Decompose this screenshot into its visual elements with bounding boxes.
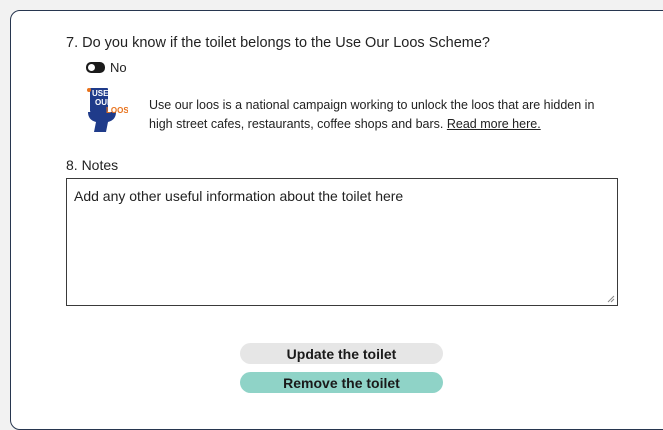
update-toilet-button[interactable]: Update the toilet [240, 343, 443, 364]
notes-textarea[interactable]: Add any other useful information about t… [66, 178, 618, 306]
resize-handle-icon[interactable] [607, 295, 615, 303]
logo-line-loos: LOOS [106, 106, 128, 115]
uol-toggle-row[interactable]: No [86, 60, 127, 75]
question-8-label: 8. Notes [66, 157, 119, 173]
use-our-loos-logo-icon: USE OUR LOOS [87, 88, 128, 132]
toggle-value-label: No [110, 60, 127, 75]
uol-description: Use our loos is a national campaign work… [149, 96, 629, 134]
logo-line-use: USE [92, 89, 109, 98]
toggle-switch-icon[interactable] [86, 62, 105, 73]
uol-description-line1: Use our loos is a national campaign work… [149, 98, 595, 112]
question-7-label: 7. Do you know if the toilet belongs to … [66, 35, 490, 51]
remove-toilet-button[interactable]: Remove the toilet [240, 372, 443, 393]
read-more-link[interactable]: Read more here. [447, 117, 541, 131]
uol-description-line2: high street cafes, restaurants, coffee s… [149, 117, 444, 131]
notes-placeholder: Add any other useful information about t… [74, 188, 404, 204]
